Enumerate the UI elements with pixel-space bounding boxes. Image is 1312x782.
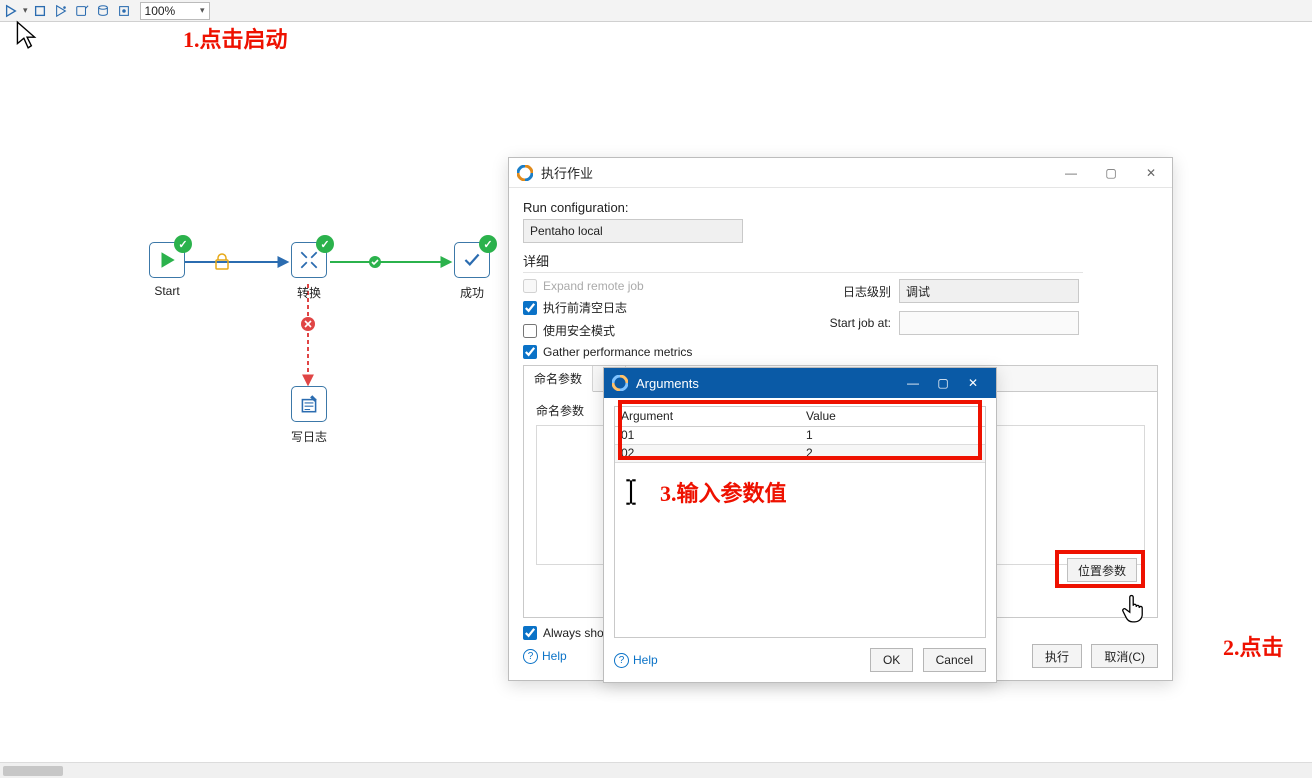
cancel-button[interactable]: 取消(C) <box>1091 644 1158 668</box>
analyze-icon[interactable] <box>115 2 133 20</box>
execute-button[interactable]: 执行 <box>1032 644 1082 668</box>
node-writelog-label: 写日志 <box>291 428 327 445</box>
opt-clear-log[interactable]: 执行前清空日志 <box>523 299 803 316</box>
details-label: 详细 <box>523 251 1083 273</box>
annotation-2: 2.点击 <box>1223 630 1284 662</box>
run-dialog-help[interactable]: ?Help <box>523 649 567 664</box>
preview-icon[interactable] <box>52 2 70 20</box>
node-writelog[interactable]: 写日志 <box>284 386 334 445</box>
args-col-argument: Argument <box>615 407 800 426</box>
log-level-select[interactable]: 调试 <box>899 279 1079 303</box>
pentaho-icon <box>612 375 628 391</box>
args-cell-arg: 01 <box>615 427 800 444</box>
sql-icon[interactable] <box>94 2 112 20</box>
node-start-icon <box>149 242 185 278</box>
scrollbar-thumb[interactable] <box>3 766 63 776</box>
node-start-label: Start <box>154 284 179 298</box>
node-transform[interactable]: 转换 <box>284 242 334 301</box>
run-dialog-titlebar[interactable]: 执行作业 — ▢ ✕ <box>509 158 1172 188</box>
annotation-1: 1.点击启动 <box>183 22 288 54</box>
opt-safe-mode-label: 使用安全模式 <box>543 322 615 339</box>
ok-button[interactable]: OK <box>870 648 913 672</box>
maximize-icon[interactable]: ▢ <box>1098 166 1124 180</box>
log-level-value: 调试 <box>906 283 930 300</box>
run-config-select[interactable]: Pentaho local <box>523 219 743 243</box>
horizontal-scrollbar[interactable] <box>0 762 1312 778</box>
close-icon[interactable]: ✕ <box>1138 166 1164 180</box>
pointer-hand-icon <box>1120 594 1146 624</box>
args-dialog: Arguments — ▢ ✕ Argument Value 01 1 02 2 <box>603 367 997 683</box>
opt-expand-remote-label: Expand remote job <box>543 279 644 293</box>
run-icon[interactable] <box>2 2 20 20</box>
run-config-value: Pentaho local <box>530 224 603 238</box>
opt-gather-metrics-label: Gather performance metrics <box>543 345 692 359</box>
args-dialog-titlebar[interactable]: Arguments — ▢ ✕ <box>604 368 996 398</box>
run-dialog-title: 执行作业 <box>541 163 1050 182</box>
args-dialog-help[interactable]: ?Help <box>614 653 658 668</box>
args-row[interactable]: 01 1 <box>615 427 985 445</box>
minimize-icon[interactable]: — <box>1058 166 1084 180</box>
node-transform-label: 转换 <box>297 284 321 301</box>
debug-icon[interactable] <box>73 2 91 20</box>
args-cell-val: 1 <box>800 427 985 444</box>
tab-named-params[interactable]: 命名参数 <box>524 366 593 392</box>
zoom-value: 100% <box>145 4 176 18</box>
node-success-label: 成功 <box>460 284 484 301</box>
args-row[interactable]: 02 2 <box>615 445 985 463</box>
stop-icon[interactable] <box>31 2 49 20</box>
args-table[interactable]: Argument Value 01 1 02 2 <box>614 406 986 638</box>
toolbar: ▾ 100% <box>0 0 1312 22</box>
opt-gather-metrics[interactable]: Gather performance metrics <box>523 345 803 359</box>
highlight-box-position <box>1055 550 1145 588</box>
opt-safe-mode[interactable]: 使用安全模式 <box>523 322 803 339</box>
node-success[interactable]: 成功 <box>447 242 497 301</box>
log-level-label: 日志级别 <box>811 283 891 300</box>
status-check-icon <box>479 235 497 253</box>
args-cancel-button[interactable]: Cancel <box>923 648 986 672</box>
start-job-at-input[interactable] <box>899 311 1079 335</box>
text-cursor-icon <box>623 478 639 506</box>
start-job-at-label: Start job at: <box>811 316 891 330</box>
opt-clear-log-label: 执行前清空日志 <box>543 299 627 316</box>
status-check-icon <box>174 235 192 253</box>
node-start[interactable]: Start <box>142 242 192 298</box>
annotation-3: 3.输入参数值 <box>660 476 787 508</box>
args-cell-val: 2 <box>800 445 985 462</box>
opt-expand-remote[interactable]: Expand remote job <box>523 279 803 293</box>
node-transform-icon <box>291 242 327 278</box>
always-show-label: Always sho <box>543 626 604 640</box>
run-config-label: Run configuration: <box>523 200 1158 215</box>
status-check-icon <box>316 235 334 253</box>
args-maximize-icon[interactable]: ▢ <box>928 376 958 390</box>
run-dropdown-icon[interactable]: ▾ <box>23 5 28 16</box>
args-minimize-icon[interactable]: — <box>898 376 928 390</box>
always-show-checkbox[interactable]: Always sho <box>523 626 604 640</box>
args-cell-arg: 02 <box>615 445 800 462</box>
args-col-value: Value <box>800 407 985 426</box>
pentaho-icon <box>517 165 533 181</box>
cursor-arrow-icon <box>15 20 37 50</box>
node-success-icon <box>454 242 490 278</box>
args-table-header: Argument Value <box>615 407 985 427</box>
zoom-select[interactable]: 100% <box>140 2 210 20</box>
node-writelog-icon <box>291 386 327 422</box>
args-close-icon[interactable]: ✕ <box>958 376 988 390</box>
args-dialog-title: Arguments <box>636 376 890 391</box>
